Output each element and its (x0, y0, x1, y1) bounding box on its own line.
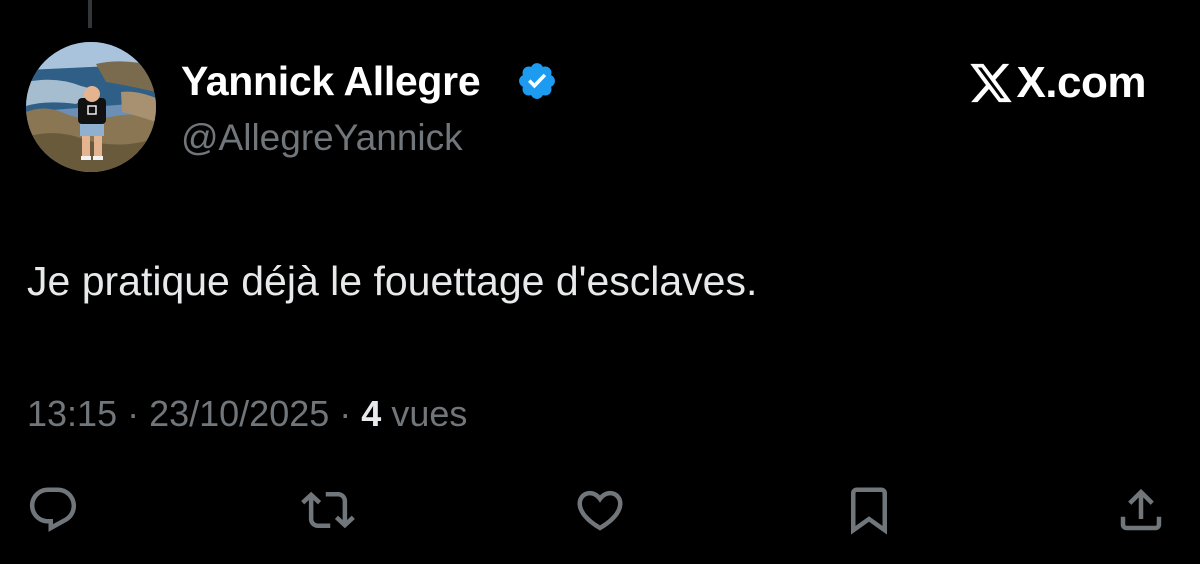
tweet-action-bar (0, 480, 1200, 540)
views-label: vues (391, 393, 468, 434)
like-button[interactable] (570, 480, 630, 540)
reply-icon (29, 487, 77, 532)
display-name[interactable]: Yannick Allegre (181, 58, 481, 105)
share-button[interactable] (1111, 480, 1171, 540)
brand-text: X.com (1016, 58, 1146, 107)
thread-connector-line (88, 0, 92, 28)
reply-button[interactable] (23, 480, 83, 540)
meta-separator: · (329, 393, 362, 434)
brand-watermark: X.com (968, 58, 1146, 108)
bookmark-icon (851, 487, 887, 535)
meta-separator: · (117, 393, 150, 434)
retweet-button[interactable] (298, 480, 358, 540)
user-handle[interactable]: @AllegreYannick (181, 117, 463, 159)
views-count: 4 (361, 393, 382, 434)
heart-icon (577, 490, 623, 531)
verified-badge-icon (519, 63, 555, 99)
tweet-date[interactable]: 23/10/2025 (149, 393, 329, 434)
tweet-metadata: 13:15 · 23/10/2025 · 4 vues (27, 393, 467, 435)
bookmark-button[interactable] (839, 480, 899, 540)
tweet-time[interactable]: 13:15 (27, 393, 117, 434)
tweet-text: Je pratique déjà le fouettage d'esclaves… (27, 258, 758, 304)
avatar[interactable] (26, 42, 156, 172)
x-logo-icon (970, 63, 1013, 103)
avatar-photo (26, 42, 156, 172)
share-icon (1120, 488, 1162, 531)
retweet-icon (301, 491, 355, 529)
